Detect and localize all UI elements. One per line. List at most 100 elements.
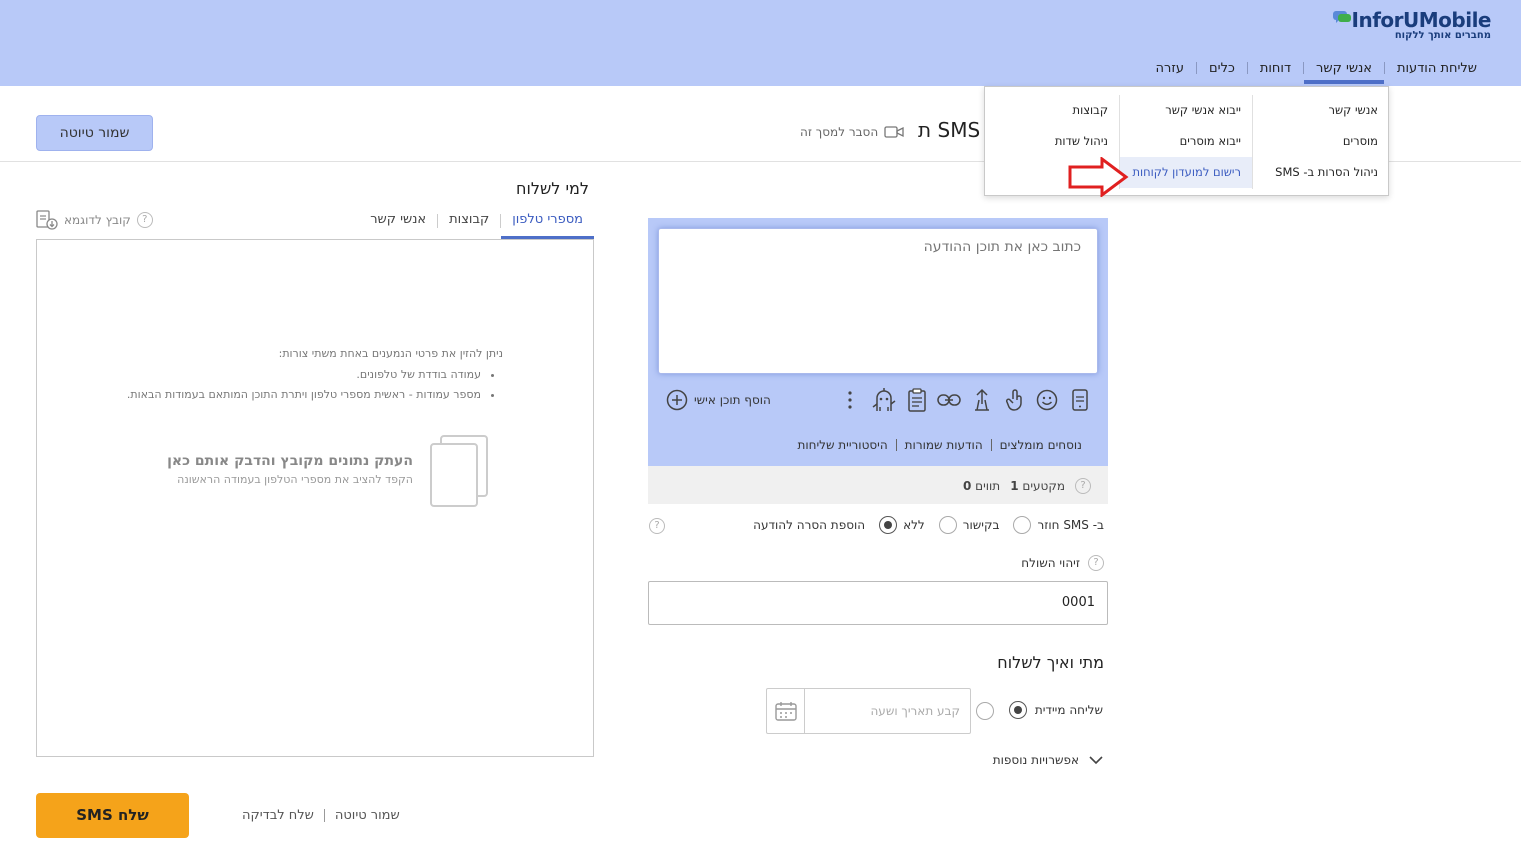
menu-item-import-informers[interactable]: ייבוא מוסרים [1120,126,1252,157]
schedule-datetime-field[interactable]: קבע תאריך ושעה [766,688,971,734]
nav-help[interactable]: עזרה [1144,61,1196,76]
example-file-link[interactable]: ? קובץ לדוגמא [36,210,153,230]
nav-contacts[interactable]: אנשי קשר [1304,61,1384,84]
send-now-label: שליחה מיידית [1034,703,1103,717]
paste-hint-sub: הקפד להציב את מספרי הטלפון בעמודה הראשונ… [177,473,413,486]
send-now-option[interactable]: שליחה מיידית [1008,701,1103,719]
radio-none[interactable] [879,516,898,534]
help-icon[interactable]: ? [1088,555,1104,571]
copy-paste-icon [430,435,488,507]
when-how-title: מתי ואיך לשלוח [997,653,1104,672]
sender-id-field[interactable]: 0001 [648,581,1108,625]
message-links: היסטוריית שליחות הודעות שמורות נוסחים מו… [789,438,1090,452]
logo[interactable]: InforUMobile מחברים אותך ללקוח [1332,8,1492,41]
calendar-icon[interactable] [767,689,805,733]
recipients-paste-area[interactable]: ניתן להזין את פרטי הנמענים באחת משתי צור… [36,239,594,757]
optout-option-label: ב- SMS חוזר [1037,518,1104,532]
optout-option-link[interactable]: בקישור [938,516,1000,534]
screen-help-label: הסבר למסך זה [800,125,879,139]
file-download-icon [36,210,58,230]
link-separator [895,439,897,451]
menu-item-informers[interactable]: מוסרים [1253,126,1389,157]
optout-option-sms-reply[interactable]: ב- SMS חוזר [1013,516,1104,534]
emoji-icon[interactable] [1035,387,1060,413]
help-icon[interactable]: ? [1075,478,1091,494]
recipients-title: למי לשלוח [516,179,589,198]
bottom-links: שלח לבדיקה שמור טיוטה [232,808,410,823]
more-icon[interactable] [838,387,863,413]
recipients-tabs: מספרי טלפון קבוצות אנשי קשר [320,209,594,239]
chars-counter: תווים 0 [962,479,1001,493]
plus-circle-icon [666,389,688,411]
top-header: InforUMobile מחברים אותך ללקוח שליחת הוד… [0,0,1521,86]
nav-send-messages[interactable]: שליחת הודעות [1385,61,1489,76]
dropdown-column-2: ייבוא אנשי קשר ייבוא מוסרים רישום למועדו… [1120,95,1252,189]
touch-icon[interactable] [1002,387,1027,413]
link-icon[interactable] [937,387,962,413]
message-panel: הוסף תוכן אישי היסטוריית שליחות הודעות ש… [648,218,1108,466]
message-counter: תווים 0 מקטעים 1 ? [963,478,1091,494]
radio-link[interactable] [938,516,957,534]
link-saved-messages[interactable]: הודעות שמורות [897,438,991,452]
example-file-label: קובץ לדוגמא [64,213,131,227]
red-arrow-icon [1068,157,1129,197]
sender-id-label: זיהוי השולח [1021,556,1080,570]
optout-options: הוספת הסרה להודעה ללא בקישור ב- SMS חוזר [743,516,1104,534]
help-icon[interactable]: ? [136,212,153,228]
instructions-list: עמודה בודדת של טלפונים. מספר עמודות - רא… [83,368,503,401]
radio-schedule[interactable] [976,702,994,720]
page-title: SMS ת [918,118,981,142]
sender-id-label-row: זיהוי השולח ? [1021,555,1104,571]
link-separator [990,439,992,451]
instruction-item: עמודה בודדת של טלפונים. [83,368,481,381]
paste-hint: העתק נתונים מקובץ והדבק אותם כאן הקפד לה… [167,453,413,486]
chat-bubble-icon [1332,11,1351,23]
menu-item-contacts[interactable]: אנשי קשר [1253,95,1389,126]
link-recommended-templates[interactable]: נוסחים מומלצים [992,438,1090,452]
more-options-toggle[interactable]: אפשרויות נוספות [993,753,1103,767]
dropdown-divider [1252,95,1253,189]
chevron-down-icon [1089,755,1103,764]
nav-reports[interactable]: דוחות [1248,61,1303,76]
instructions-intro: ניתן להזין את פרטי הנמענים באחת משתי צור… [278,347,503,360]
dropdown-column-1: אנשי קשר מוסרים ניהול הסרות ב- SMS [1253,95,1389,189]
menu-item-manage-fields[interactable]: ניהול שדות [985,126,1119,157]
optout-option-none[interactable]: ללא [879,516,925,534]
tab-phone-numbers[interactable]: מספרי טלפון [501,209,594,239]
help-icon[interactable]: ? [649,518,665,534]
clipboard-icon[interactable] [905,387,930,413]
save-draft-button-top[interactable]: שמור טיוטה [36,115,153,151]
message-toolbar [838,386,1092,414]
send-test-link[interactable]: שלח לבדיקה [232,808,324,823]
optout-label: הוספת הסרה להודעה [753,518,866,532]
more-options-label: אפשרויות נוספות [992,753,1079,767]
tab-groups[interactable]: קבוצות [438,209,500,239]
screen-help-link[interactable]: הסבר למסך זה [800,125,904,139]
link-separator [323,809,325,822]
menu-item-import-contacts[interactable]: ייבוא אנשי קשר [1120,95,1252,126]
message-counter-bar: תווים 0 מקטעים 1 ? [648,466,1108,504]
save-draft-link[interactable]: שמור טיוטה [325,808,410,823]
radio-send-now[interactable] [1008,701,1027,719]
main-nav: שליחת הודעות אנשי קשר דוחות כלים עזרה [1144,58,1489,84]
phone-preview-icon[interactable] [1067,387,1092,413]
menu-item-club-registration[interactable]: רישום למועדון לקוחות [1120,157,1252,188]
video-camera-icon [884,126,904,138]
send-sms-button[interactable]: שלח SMS [36,793,189,838]
tab-contacts[interactable]: אנשי קשר [359,209,437,239]
logo-brand: InforUMobile [1351,8,1492,32]
radio-sms-reply[interactable] [1013,516,1032,534]
link-send-history[interactable]: היסטוריית שליחות [789,438,895,452]
optout-option-label: בקישור [962,518,1000,532]
menu-item-sms-removals[interactable]: ניהול הסרות ב- SMS [1253,157,1389,188]
upload-icon[interactable] [970,387,995,413]
contacts-dropdown-menu: אנשי קשר מוסרים ניהול הסרות ב- SMS ייבוא… [984,86,1389,196]
message-textarea[interactable] [658,228,1098,374]
menu-item-groups[interactable]: קבוצות [985,95,1119,126]
nav-tools[interactable]: כלים [1197,61,1247,76]
optout-option-label: ללא [903,518,925,532]
paste-instructions: ניתן להזין את פרטי הנמענים באחת משתי צור… [83,347,503,408]
robot-icon[interactable] [871,387,897,413]
add-personal-label: הוסף תוכן אישי [694,393,771,407]
add-personal-content-button[interactable]: הוסף תוכן אישי [666,389,771,411]
